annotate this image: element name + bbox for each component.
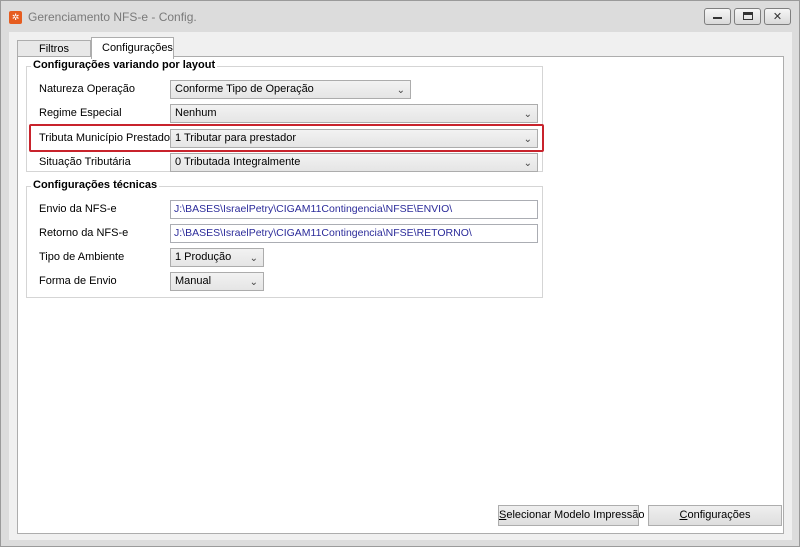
- tributa-municipio-select[interactable]: 1 Tributar para prestador ⌄: [170, 129, 538, 148]
- natureza-operacao-select[interactable]: Conforme Tipo de Operação ⌄: [170, 80, 411, 99]
- tipo-ambiente-label: Tipo de Ambiente: [39, 251, 125, 263]
- regime-especial-label: Regime Especial: [39, 107, 122, 119]
- config-label: onfigurações: [687, 509, 751, 521]
- main-window: ✲ Gerenciamento NFS-e - Config. ✕ Filtro…: [0, 0, 800, 547]
- maximize-button[interactable]: [734, 8, 761, 25]
- forma-envio-value: Manual: [175, 275, 212, 287]
- situacao-tributaria-value: 0 Tributada Integralmente: [175, 156, 301, 168]
- retorno-label: Retorno da NFS-e: [39, 227, 129, 239]
- situacao-tributaria-select[interactable]: 0 Tributada Integralmente ⌄: [170, 153, 538, 172]
- layout-config-group: Configurações variando por layout Nature…: [26, 59, 544, 172]
- tributa-municipio-value: 1 Tributar para prestador: [175, 132, 297, 144]
- retorno-path-input[interactable]: J:\BASES\IsraelPetry\CIGAM11Contingencia…: [170, 224, 538, 243]
- tipo-ambiente-value: 1 Produção: [175, 251, 232, 263]
- natureza-operacao-label: Natureza Operação: [39, 83, 135, 95]
- regime-especial-select[interactable]: Nenhum ⌄: [170, 104, 538, 123]
- client-area: Filtros Configurações Configurações vari…: [9, 32, 792, 540]
- chevron-down-icon: ⌄: [523, 109, 532, 120]
- situacao-tributaria-label: Situação Tributária: [39, 156, 131, 168]
- title-bar[interactable]: ✲ Gerenciamento NFS-e - Config. ✕: [1, 1, 799, 32]
- app-logo-icon: ✲: [9, 11, 22, 24]
- selecionar-modelo-impressao-button[interactable]: Selecionar Modelo Impressão: [498, 505, 645, 526]
- chevron-down-icon: ⌄: [523, 158, 532, 169]
- close-button[interactable]: ✕: [764, 8, 791, 25]
- minimize-button[interactable]: [704, 8, 731, 25]
- tech-group-title: Configurações técnicas: [31, 179, 160, 191]
- maximize-icon: [742, 12, 753, 20]
- natureza-operacao-value: Conforme Tipo de Operação: [175, 83, 314, 95]
- tributa-municipio-label: Tributa Município Prestador: [39, 132, 174, 144]
- envio-path-input[interactable]: J:\BASES\IsraelPetry\CIGAM11Contingencia…: [170, 200, 538, 219]
- regime-especial-value: Nenhum: [175, 107, 217, 119]
- chevron-down-icon: ⌄: [249, 277, 258, 288]
- modelo-label: elecionar Modelo Impressão: [506, 509, 645, 521]
- layout-group-title: Configurações variando por layout: [31, 59, 218, 71]
- tipo-ambiente-select[interactable]: 1 Produção ⌄: [170, 248, 264, 267]
- forma-envio-select[interactable]: Manual ⌄: [170, 272, 264, 291]
- tech-config-group: Configurações técnicas Envio da NFS-e J:…: [26, 179, 543, 298]
- chevron-down-icon: ⌄: [249, 253, 258, 264]
- window-title: Gerenciamento NFS-e - Config.: [28, 10, 197, 24]
- configuracoes-button[interactable]: Configurações: [648, 505, 782, 526]
- forma-envio-label: Forma de Envio: [39, 275, 117, 287]
- tab-configuracoes[interactable]: Configurações: [91, 37, 174, 59]
- close-icon: ✕: [772, 10, 783, 23]
- chevron-down-icon: ⌄: [523, 134, 532, 145]
- minimize-icon: [713, 15, 722, 19]
- envio-label: Envio da NFS-e: [39, 203, 117, 215]
- configuracoes-panel: Configurações variando por layout Nature…: [17, 56, 784, 534]
- chevron-down-icon: ⌄: [396, 85, 405, 96]
